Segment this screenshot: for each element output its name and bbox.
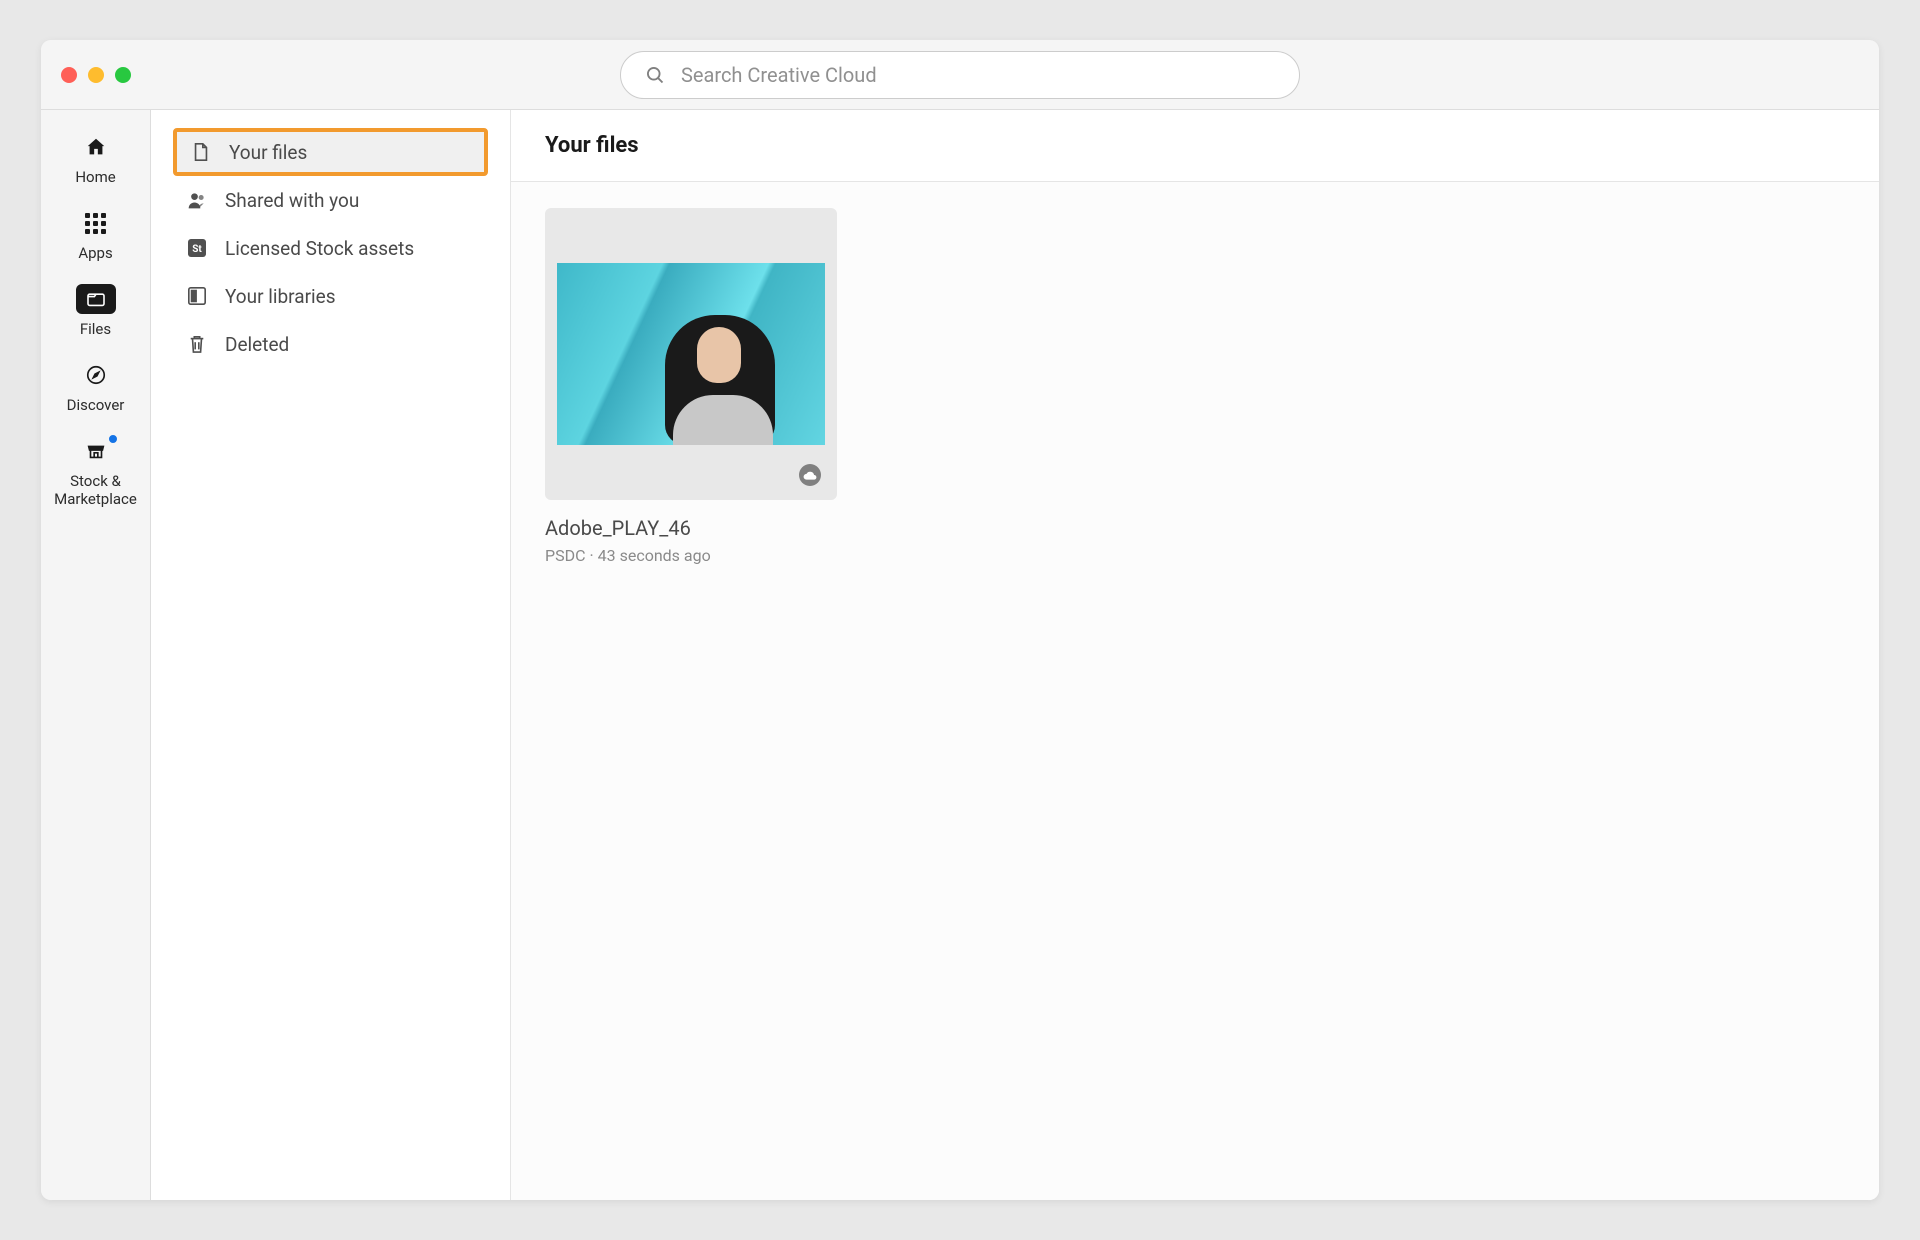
nav-label-stock: Stock & Marketplace bbox=[41, 472, 150, 508]
sidebar-item-your-files[interactable]: Your files bbox=[173, 128, 488, 176]
file-card[interactable]: Adobe_PLAY_46 PSDC · 43 seconds ago bbox=[545, 208, 837, 565]
app-window: Home Apps bbox=[41, 40, 1879, 1200]
sidebar-item-label: Your files bbox=[229, 141, 307, 164]
file-meta: PSDC · 43 seconds ago bbox=[545, 546, 837, 565]
nav-label-discover: Discover bbox=[67, 396, 125, 414]
sidebar-item-shared[interactable]: Shared with you bbox=[173, 176, 488, 224]
nav-item-stock-marketplace[interactable]: Stock & Marketplace bbox=[41, 436, 150, 508]
sidebar-item-label: Licensed Stock assets bbox=[225, 237, 414, 260]
sidebar-item-libraries[interactable]: Your libraries bbox=[173, 272, 488, 320]
notification-badge bbox=[107, 433, 119, 445]
nav-label-home: Home bbox=[75, 168, 115, 186]
stock-icon: St bbox=[187, 238, 207, 258]
cloud-sync-icon bbox=[799, 464, 821, 486]
window-maximize-button[interactable] bbox=[115, 67, 131, 83]
compass-icon bbox=[85, 364, 107, 386]
window-controls bbox=[61, 67, 131, 83]
nav-item-home[interactable]: Home bbox=[41, 132, 150, 186]
page-title: Your files bbox=[545, 133, 639, 158]
titlebar bbox=[41, 40, 1879, 110]
file-icon bbox=[191, 142, 211, 162]
search-bar[interactable] bbox=[620, 51, 1300, 99]
nav-label-files: Files bbox=[80, 320, 111, 338]
file-thumbnail bbox=[545, 208, 837, 500]
file-name: Adobe_PLAY_46 bbox=[545, 516, 837, 540]
svg-text:St: St bbox=[192, 244, 202, 255]
search-input[interactable] bbox=[681, 63, 1275, 87]
folder-icon bbox=[86, 291, 106, 307]
sidebar-item-label: Shared with you bbox=[225, 189, 359, 212]
content-header: Your files bbox=[511, 110, 1879, 182]
content-body: Adobe_PLAY_46 PSDC · 43 seconds ago bbox=[511, 182, 1879, 1200]
nav-item-files[interactable]: Files bbox=[41, 284, 150, 338]
files-sidebar: Your files Shared with you bbox=[151, 110, 511, 1200]
trash-icon bbox=[187, 334, 207, 354]
libraries-icon bbox=[187, 286, 207, 306]
nav-item-discover[interactable]: Discover bbox=[41, 360, 150, 414]
home-icon bbox=[85, 136, 107, 158]
people-icon bbox=[187, 191, 207, 209]
sidebar-item-label: Deleted bbox=[225, 333, 289, 356]
marketplace-icon bbox=[85, 440, 107, 462]
body-area: Home Apps bbox=[41, 110, 1879, 1200]
search-icon bbox=[645, 65, 665, 85]
thumbnail-image bbox=[557, 263, 825, 445]
window-minimize-button[interactable] bbox=[88, 67, 104, 83]
sidebar-item-label: Your libraries bbox=[225, 285, 336, 308]
window-close-button[interactable] bbox=[61, 67, 77, 83]
nav-item-apps[interactable]: Apps bbox=[41, 208, 150, 262]
sidebar-item-stock-assets[interactable]: St Licensed Stock assets bbox=[173, 224, 488, 272]
main-content: Your files bbox=[511, 110, 1879, 1200]
nav-rail: Home Apps bbox=[41, 110, 151, 1200]
nav-label-apps: Apps bbox=[78, 244, 112, 262]
apps-icon bbox=[85, 213, 106, 234]
sidebar-item-deleted[interactable]: Deleted bbox=[173, 320, 488, 368]
